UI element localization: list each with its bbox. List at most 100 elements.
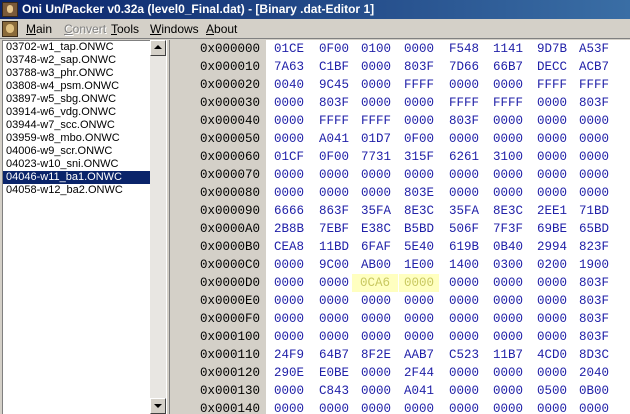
hex-word[interactable]: 0000 (314, 328, 354, 346)
hex-word[interactable]: 2EE1 (532, 202, 572, 220)
hex-word[interactable]: 7EBF (314, 220, 354, 238)
hex-word[interactable]: 66B7 (488, 58, 528, 76)
hex-word[interactable]: 7F3F (488, 220, 528, 238)
hex-word[interactable]: C523 (444, 346, 484, 364)
hex-word[interactable]: ACB7 (574, 58, 614, 76)
hex-word[interactable]: 0000 (314, 184, 354, 202)
hex-word[interactable]: 2B8B (269, 220, 309, 238)
hex-word[interactable]: 0200 (532, 256, 572, 274)
list-item[interactable]: 03897-w5_sbg.ONWC (3, 93, 150, 106)
hex-word[interactable]: 8F2E (356, 346, 396, 364)
hex-word[interactable]: FFFF (314, 112, 354, 130)
hex-word[interactable]: 24F9 (269, 346, 309, 364)
hex-word[interactable]: 0000 (269, 400, 309, 414)
hex-word[interactable]: 0000 (574, 148, 614, 166)
list-item[interactable]: 03959-w8_mbo.ONWC (3, 132, 150, 145)
hex-word[interactable]: 0000 (269, 382, 309, 400)
hex-word[interactable]: 0000 (488, 184, 528, 202)
hex-word[interactable]: 8E3C (488, 202, 528, 220)
hex-word[interactable]: 3100 (488, 148, 528, 166)
hex-word[interactable]: 11BD (314, 238, 354, 256)
hex-word[interactable]: 803F (574, 310, 614, 328)
hex-word[interactable]: 6666 (269, 202, 309, 220)
hex-word[interactable]: 0000 (356, 328, 396, 346)
hex-word[interactable]: 6FAF (356, 238, 396, 256)
menu-windows[interactable]: Windows (150, 22, 199, 36)
hex-word[interactable]: 0F00 (399, 130, 439, 148)
hex-word[interactable]: AB00 (356, 256, 396, 274)
hex-word[interactable]: 290E (269, 364, 309, 382)
hex-word[interactable]: E38C (356, 220, 396, 238)
hex-word[interactable]: 0000 (356, 382, 396, 400)
hex-word[interactable]: 0000 (269, 166, 309, 184)
hex-word[interactable]: F548 (444, 40, 484, 58)
hex-word[interactable]: 0000 (269, 310, 309, 328)
hex-word[interactable]: CEA8 (269, 238, 309, 256)
menu-main[interactable]: Main (26, 22, 52, 36)
menu-about[interactable]: About (206, 22, 237, 36)
hex-word[interactable]: 0000 (444, 310, 484, 328)
menu-convert[interactable]: Convert (64, 22, 106, 36)
hex-word[interactable]: 7D66 (444, 58, 484, 76)
hex-word[interactable]: 2994 (532, 238, 572, 256)
hex-word[interactable]: 506F (444, 220, 484, 238)
hex-word[interactable]: 0000 (269, 112, 309, 130)
hex-word[interactable]: 0000 (269, 292, 309, 310)
oni-doc-icon[interactable] (2, 21, 18, 37)
hex-word[interactable]: 823F (574, 238, 614, 256)
list-item[interactable]: 04058-w12_ba2.ONWC (3, 184, 150, 197)
hex-word[interactable]: A041 (314, 130, 354, 148)
hex-word[interactable]: 0000 (314, 310, 354, 328)
hex-word[interactable]: 0000 (532, 310, 572, 328)
hex-word[interactable]: 0000 (532, 184, 572, 202)
hex-word[interactable]: 0000 (269, 184, 309, 202)
hex-word[interactable]: 0000 (444, 400, 484, 414)
hex-word[interactable]: AAB7 (399, 346, 439, 364)
hex-word[interactable]: FFFF (532, 76, 572, 94)
hex-word[interactable]: 0000 (488, 382, 528, 400)
file-list[interactable]: 03702-w1_tap.ONWC 03748-w2_sap.ONWC 03788-… (2, 40, 150, 414)
hex-word[interactable]: 0000 (399, 166, 439, 184)
hex-word[interactable]: 0000 (488, 112, 528, 130)
hex-word[interactable]: 0000 (444, 292, 484, 310)
hex-word[interactable]: C843 (314, 382, 354, 400)
hex-word[interactable]: 0000 (314, 292, 354, 310)
hex-word[interactable]: 0000 (532, 130, 572, 148)
hex-word[interactable]: B5BD (399, 220, 439, 238)
hex-word[interactable]: 0000 (444, 328, 484, 346)
hex-word[interactable]: 5E40 (399, 238, 439, 256)
hex-word[interactable]: 7731 (356, 148, 396, 166)
hex-word[interactable]: 0000 (269, 256, 309, 274)
hex-word[interactable]: 01CF (269, 148, 309, 166)
hex-word[interactable]: 0000 (444, 130, 484, 148)
hex-word[interactable]: 9D7B (532, 40, 572, 58)
hex-word[interactable]: FFFF (444, 94, 484, 112)
hex-word[interactable]: 0000 (488, 274, 528, 292)
hex-word[interactable]: 1141 (488, 40, 528, 58)
hex-word[interactable]: 1E00 (399, 256, 439, 274)
hex-word[interactable]: 4CD0 (532, 346, 572, 364)
hex-word[interactable]: 0000 (532, 112, 572, 130)
hex-word[interactable]: 0000 (488, 364, 528, 382)
hex-word[interactable]: 0000 (574, 112, 614, 130)
hex-word[interactable]: 0000 (532, 364, 572, 382)
hex-word[interactable]: 6261 (444, 148, 484, 166)
hex-word[interactable]: 9C45 (314, 76, 354, 94)
hex-word[interactable]: 0000 (356, 292, 396, 310)
hex-word[interactable]: 0000 (532, 166, 572, 184)
hex-word[interactable]: 0000 (399, 400, 439, 414)
hex-word[interactable]: 803E (399, 184, 439, 202)
hex-word[interactable]: 0000 (532, 148, 572, 166)
scroll-down-icon[interactable] (150, 398, 166, 414)
oni-app-icon[interactable] (2, 2, 18, 17)
hex-word[interactable]: 2F44 (399, 364, 439, 382)
hex-word[interactable]: 0000 (488, 166, 528, 184)
hex-word[interactable]: 0000 (269, 94, 309, 112)
hex-word[interactable]: DECC (532, 58, 572, 76)
hex-word[interactable]: 0000 (356, 310, 396, 328)
hex-word[interactable]: 0040 (269, 76, 309, 94)
hex-word[interactable]: 803F (444, 112, 484, 130)
list-item[interactable]: 03808-w4_psm.ONWC (3, 80, 150, 93)
hex-word[interactable]: 0000 (444, 76, 484, 94)
hex-word[interactable]: 863F (314, 202, 354, 220)
